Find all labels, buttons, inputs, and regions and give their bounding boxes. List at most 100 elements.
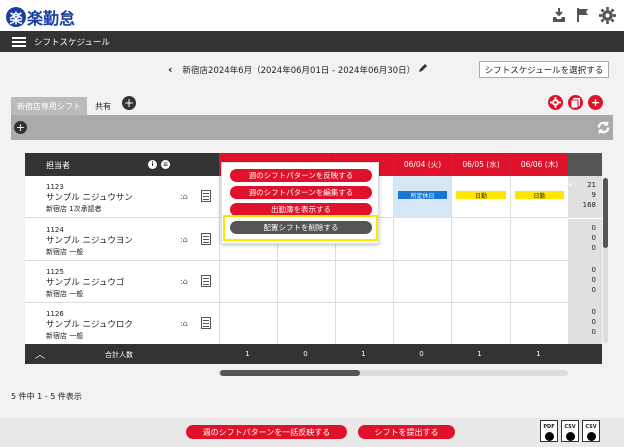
- shift-pattern-icon[interactable]: :⌂: [180, 192, 188, 201]
- summary-value: 0: [591, 276, 596, 284]
- scroll-thumb[interactable]: [220, 370, 360, 376]
- add-row-button[interactable]: +: [14, 121, 27, 134]
- reflect-pattern-button[interactable]: 週のシフトパターンを反映する: [230, 169, 372, 182]
- shift-cell[interactable]: [219, 261, 277, 303]
- add-icon[interactable]: +: [588, 95, 603, 110]
- holiday-badge: 所定休日: [398, 191, 447, 200]
- summary-value: 0: [591, 224, 596, 232]
- download-label: CSV: [585, 424, 597, 430]
- shift-pattern-icon[interactable]: :⌂: [180, 235, 188, 244]
- chevron-left-icon[interactable]: ‹: [568, 178, 573, 191]
- shift-cell[interactable]: [451, 303, 510, 344]
- gear-icon[interactable]: [599, 7, 616, 26]
- shift-cell[interactable]: [393, 303, 451, 344]
- date-header[interactable]: 06/05 (水): [451, 153, 510, 176]
- employee-info[interactable]: 1124 サンプル ニジュウヨン 新宿店 一般: [46, 225, 133, 258]
- shift-cell[interactable]: [277, 303, 335, 344]
- shift-cell[interactable]: [335, 303, 393, 344]
- header-label: 担当者: [46, 161, 70, 170]
- document-icon[interactable]: [201, 233, 211, 245]
- shift-pattern-icon[interactable]: :⌂: [180, 277, 188, 286]
- employee-dept: 新宿店 一般: [46, 332, 84, 340]
- submit-shift-button[interactable]: シフトを提出する: [358, 425, 455, 439]
- settings-icon[interactable]: [548, 95, 563, 110]
- date-header[interactable]: 06/06 (木): [510, 153, 568, 176]
- flag-icon[interactable]: [575, 7, 591, 26]
- logo-mark: 楽: [6, 7, 26, 27]
- row-summary: 21 9 168: [568, 176, 602, 218]
- shift-cell[interactable]: 日勤: [510, 176, 568, 218]
- highlight-box: [223, 215, 378, 241]
- shift-cell[interactable]: [335, 261, 393, 303]
- document-icon[interactable]: [201, 275, 211, 287]
- shift-cell[interactable]: [219, 303, 277, 344]
- employee-name: サンプル ニジュウゴ: [46, 278, 125, 288]
- download-label: PDF: [543, 424, 555, 430]
- document-icon[interactable]: [201, 190, 211, 202]
- tab-shared[interactable]: 共有: [91, 97, 115, 115]
- shift-cell[interactable]: [510, 261, 568, 303]
- horizontal-scrollbar[interactable]: [218, 370, 568, 376]
- shift-cell[interactable]: 所定休日: [393, 176, 451, 218]
- reflect-all-button[interactable]: 週のシフトパターンを一括反映する: [186, 425, 347, 439]
- summary-value: 0: [591, 266, 596, 274]
- employee-info[interactable]: 1126 サンプル ニジュウロク 新宿店 一般: [46, 309, 133, 342]
- shift-cell[interactable]: [451, 219, 510, 261]
- shift-cell[interactable]: [451, 261, 510, 303]
- summary-value: 0: [591, 318, 596, 326]
- vertical-scrollbar[interactable]: [603, 178, 608, 343]
- copy-icon[interactable]: [568, 95, 583, 110]
- select-schedule-button[interactable]: シフトスケジュールを選択する: [479, 61, 609, 78]
- summary-value: 0: [591, 244, 596, 252]
- summary-value: 0: [591, 308, 596, 316]
- filter-icon[interactable]: ≡: [161, 160, 170, 169]
- employee-name: サンプル ニジュウロク: [46, 320, 133, 330]
- menu-icon[interactable]: [12, 36, 26, 47]
- footer-value: 0: [303, 350, 308, 358]
- shift-cell[interactable]: [393, 261, 451, 303]
- shift-cell[interactable]: [510, 303, 568, 344]
- inbox-download-icon[interactable]: [551, 7, 567, 26]
- prev-period-button[interactable]: ‹: [168, 63, 173, 76]
- table-row: 1125 サンプル ニジュウゴ 新宿店 一般 :⌂ 0 0 0: [25, 261, 602, 303]
- csv-download-icon[interactable]: CSV: [561, 420, 579, 442]
- pencil-icon[interactable]: [418, 63, 428, 76]
- table-footer: ︿ 合計人数 1 0 1 0 1 1: [25, 344, 602, 364]
- collapse-icon[interactable]: ︿: [35, 346, 45, 361]
- nav-title: シフトスケジュール: [34, 37, 110, 48]
- day-shift-badge: 日勤: [515, 191, 564, 200]
- period-text: 新宿店2024年6月（2024年06月01日 - 2024年06月30日）: [182, 65, 416, 76]
- logo-text: 楽勤怠: [27, 9, 76, 28]
- footer-value: 1: [245, 350, 250, 358]
- row-summary: 0 0 0: [568, 261, 602, 303]
- date-header[interactable]: 06/04 (火): [393, 153, 451, 176]
- employee-dept: 新宿店 1次承認者: [46, 205, 102, 213]
- app-logo[interactable]: 楽 楽勤怠: [6, 5, 75, 29]
- summary-value: 0: [591, 328, 596, 336]
- summary-value: 9: [591, 191, 596, 199]
- refresh-icon[interactable]: [596, 120, 611, 135]
- document-icon[interactable]: [201, 317, 211, 329]
- footer-value: 1: [477, 350, 482, 358]
- scroll-thumb[interactable]: [603, 178, 608, 248]
- shift-cell[interactable]: 日勤: [451, 176, 510, 218]
- employee-id: 1126: [46, 310, 64, 318]
- employee-info[interactable]: 1123 サンプル ニジュウサン 新宿店 1次承認者: [46, 182, 133, 215]
- employee-info[interactable]: 1125 サンプル ニジュウゴ 新宿店 一般: [46, 267, 124, 300]
- result-count: 5 件中 1 - 5 件表示: [11, 392, 82, 401]
- table-row: 1126 サンプル ニジュウロク 新宿店 一般 :⌂ 0 0 0: [25, 303, 602, 344]
- pdf-download-icon[interactable]: PDF: [540, 420, 558, 442]
- add-tab-button[interactable]: +: [122, 96, 136, 110]
- edit-pattern-button[interactable]: 週のシフトパターンを編集する: [230, 186, 372, 199]
- shift-cell[interactable]: [393, 219, 451, 261]
- shift-cell[interactable]: [510, 219, 568, 261]
- day-shift-badge: 日勤: [456, 191, 506, 200]
- csv-download-icon[interactable]: CSV: [582, 420, 600, 442]
- info-icon[interactable]: i: [148, 160, 157, 169]
- summary-value: 0: [591, 234, 596, 242]
- shift-cell[interactable]: [277, 261, 335, 303]
- employee-name: サンプル ニジュウサン: [46, 193, 133, 203]
- tab-shinjuku[interactable]: 新宿店専用シフト: [11, 97, 87, 115]
- footer-label: 合計人数: [105, 351, 133, 359]
- shift-pattern-icon[interactable]: :⌂: [180, 319, 188, 328]
